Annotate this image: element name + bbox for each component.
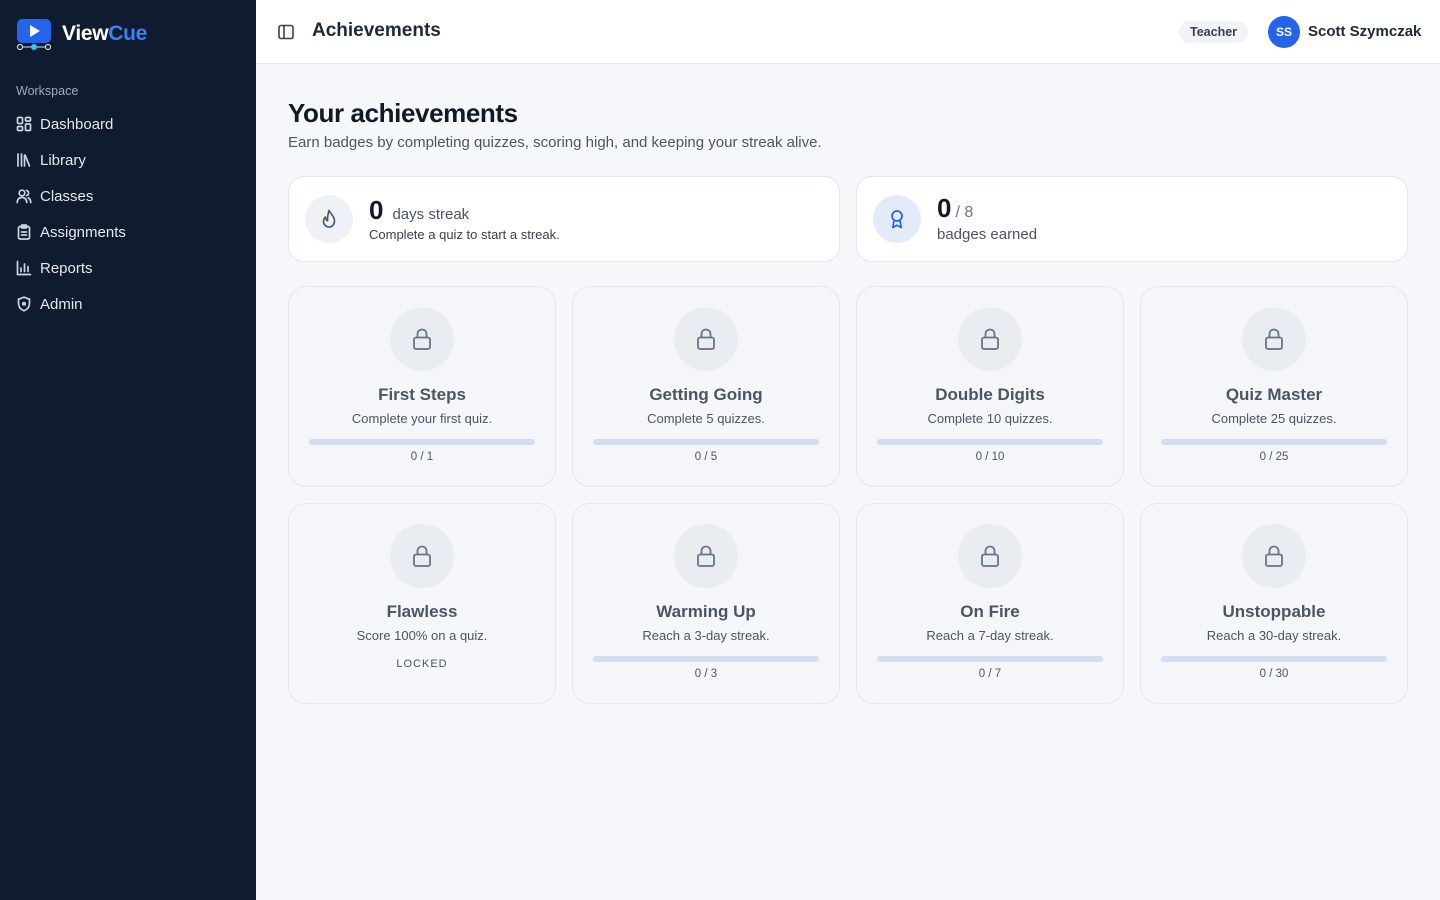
dashboard-icon <box>16 116 32 132</box>
sidebar: ViewCue Workspace Dashboard Library Clas… <box>0 0 256 900</box>
sidebar-item-classes[interactable]: Classes <box>0 178 256 214</box>
badge-description: Reach a 7-day streak. <box>926 628 1054 643</box>
sidebar-item-label: Assignments <box>40 223 126 241</box>
badge-progress-bar <box>1161 656 1387 662</box>
lock-icon <box>958 524 1022 588</box>
badges-earned-total: / 8 <box>955 204 974 221</box>
sidebar-item-label: Classes <box>40 187 94 205</box>
badge-card: On Fire Reach a 7-day streak. 0 / 7 <box>856 503 1124 704</box>
badge-description: Complete 25 quizzes. <box>1211 411 1337 426</box>
badge-name: First Steps <box>378 385 466 404</box>
lock-icon <box>1242 524 1306 588</box>
badge-name: Unstoppable <box>1222 602 1326 621</box>
lock-icon <box>390 307 454 371</box>
badge-description: Complete 5 quizzes. <box>647 411 765 426</box>
lock-icon <box>1242 307 1306 371</box>
streak-card: 0 days streak Complete a quiz to start a… <box>288 176 840 262</box>
role-badge: Teacher <box>1179 21 1249 43</box>
badges-earned-card: 0 / 8 badges earned <box>856 176 1408 262</box>
library-icon <box>16 152 32 168</box>
flame-icon <box>305 195 353 243</box>
sidebar-item-library[interactable]: Library <box>0 142 256 178</box>
lock-icon <box>674 524 738 588</box>
streak-hint: Complete a quiz to start a streak. <box>369 227 560 242</box>
achievements-heading: Your achievements <box>288 98 518 128</box>
badge-description: Reach a 3-day streak. <box>642 628 770 643</box>
badge-name: Double Digits <box>935 385 1045 404</box>
badge-description: Reach a 30-day streak. <box>1206 628 1342 643</box>
badge-progress-bar <box>877 656 1103 662</box>
badge-description: Complete 10 quizzes. <box>927 411 1053 426</box>
badge-card: Double Digits Complete 10 quizzes. 0 / 1… <box>856 286 1124 487</box>
sidebar-item-label: Reports <box>40 259 93 277</box>
lock-icon <box>958 307 1022 371</box>
badge-progress-count: 0 / 25 <box>1259 451 1289 463</box>
badge-card: Flawless Score 100% on a quiz. LOCKED <box>288 503 556 704</box>
sidebar-nav: Dashboard Library Classes Assignments Re… <box>0 106 256 322</box>
streak-unit: days streak <box>392 206 470 223</box>
sidebar-item-assignments[interactable]: Assignments <box>0 214 256 250</box>
sidebar-item-label: Library <box>40 151 86 169</box>
sidebar-item-label: Admin <box>40 295 83 313</box>
sidebar-item-label: Dashboard <box>40 115 114 133</box>
brand-name-part1: View <box>62 22 109 45</box>
badge-card: First Steps Complete your first quiz. 0 … <box>288 286 556 487</box>
badge-locked-status: LOCKED <box>396 658 448 670</box>
badges-earned-value: 0 <box>937 193 952 223</box>
sidebar-item-reports[interactable]: Reports <box>0 250 256 286</box>
brand-name: ViewCue <box>62 22 147 46</box>
streak-value: 0 <box>369 195 384 225</box>
badge-progress-count: 0 / 1 <box>410 451 434 463</box>
badge-name: On Fire <box>960 602 1020 621</box>
shield-icon <box>16 296 32 312</box>
badge-name: Flawless <box>386 602 458 621</box>
streak-value-row: 0 days streak <box>369 195 469 226</box>
top-header: Achievements Teacher SS Scott Szymczak <box>256 0 1440 64</box>
badge-name: Getting Going <box>649 385 763 404</box>
sidebar-item-admin[interactable]: Admin <box>0 286 256 322</box>
badge-name: Quiz Master <box>1225 385 1323 404</box>
badges-earned-label: badges earned <box>937 226 1038 243</box>
sidebar-toggle-icon[interactable] <box>276 22 296 42</box>
user-name[interactable]: Scott Szymczak <box>1308 23 1421 40</box>
nav-section-label: Workspace <box>16 84 79 98</box>
badge-card: Quiz Master Complete 25 quizzes. 0 / 25 <box>1140 286 1408 487</box>
users-icon <box>16 188 32 204</box>
lock-icon <box>674 307 738 371</box>
badge-progress-count: 0 / 5 <box>694 451 718 463</box>
badge-progress-count: 0 / 10 <box>975 451 1005 463</box>
brand[interactable]: ViewCue <box>16 18 147 51</box>
badge-progress-count: 0 / 7 <box>978 668 1002 680</box>
clipboard-icon <box>16 224 32 240</box>
brand-name-part2: Cue <box>108 22 148 45</box>
badge-progress-count: 0 / 3 <box>694 668 718 680</box>
achievements-subtitle: Earn badges by completing quizzes, scori… <box>288 134 822 151</box>
badge-card: Unstoppable Reach a 30-day streak. 0 / 3… <box>1140 503 1408 704</box>
page-title: Achievements <box>312 20 441 41</box>
badge-progress-bar <box>593 656 819 662</box>
badge-card: Getting Going Complete 5 quizzes. 0 / 5 <box>572 286 840 487</box>
avatar[interactable]: SS <box>1268 16 1300 48</box>
bar-chart-icon <box>16 260 32 276</box>
lock-icon <box>390 524 454 588</box>
badge-card: Warming Up Reach a 3-day streak. 0 / 3 <box>572 503 840 704</box>
badge-progress-bar <box>877 439 1103 445</box>
badge-progress-bar <box>593 439 819 445</box>
badge-description: Score 100% on a quiz. <box>356 628 488 643</box>
viewcue-logo-icon <box>16 18 52 51</box>
badge-progress-count: 0 / 30 <box>1259 668 1289 680</box>
badge-name: Warming Up <box>656 602 756 621</box>
badges-earned-value-row: 0 / 8 <box>937 193 973 224</box>
badge-progress-bar <box>309 439 535 445</box>
badge-description: Complete your first quiz. <box>351 411 493 426</box>
sidebar-item-dashboard[interactable]: Dashboard <box>0 106 256 142</box>
badge-progress-bar <box>1161 439 1387 445</box>
award-icon <box>873 195 921 243</box>
